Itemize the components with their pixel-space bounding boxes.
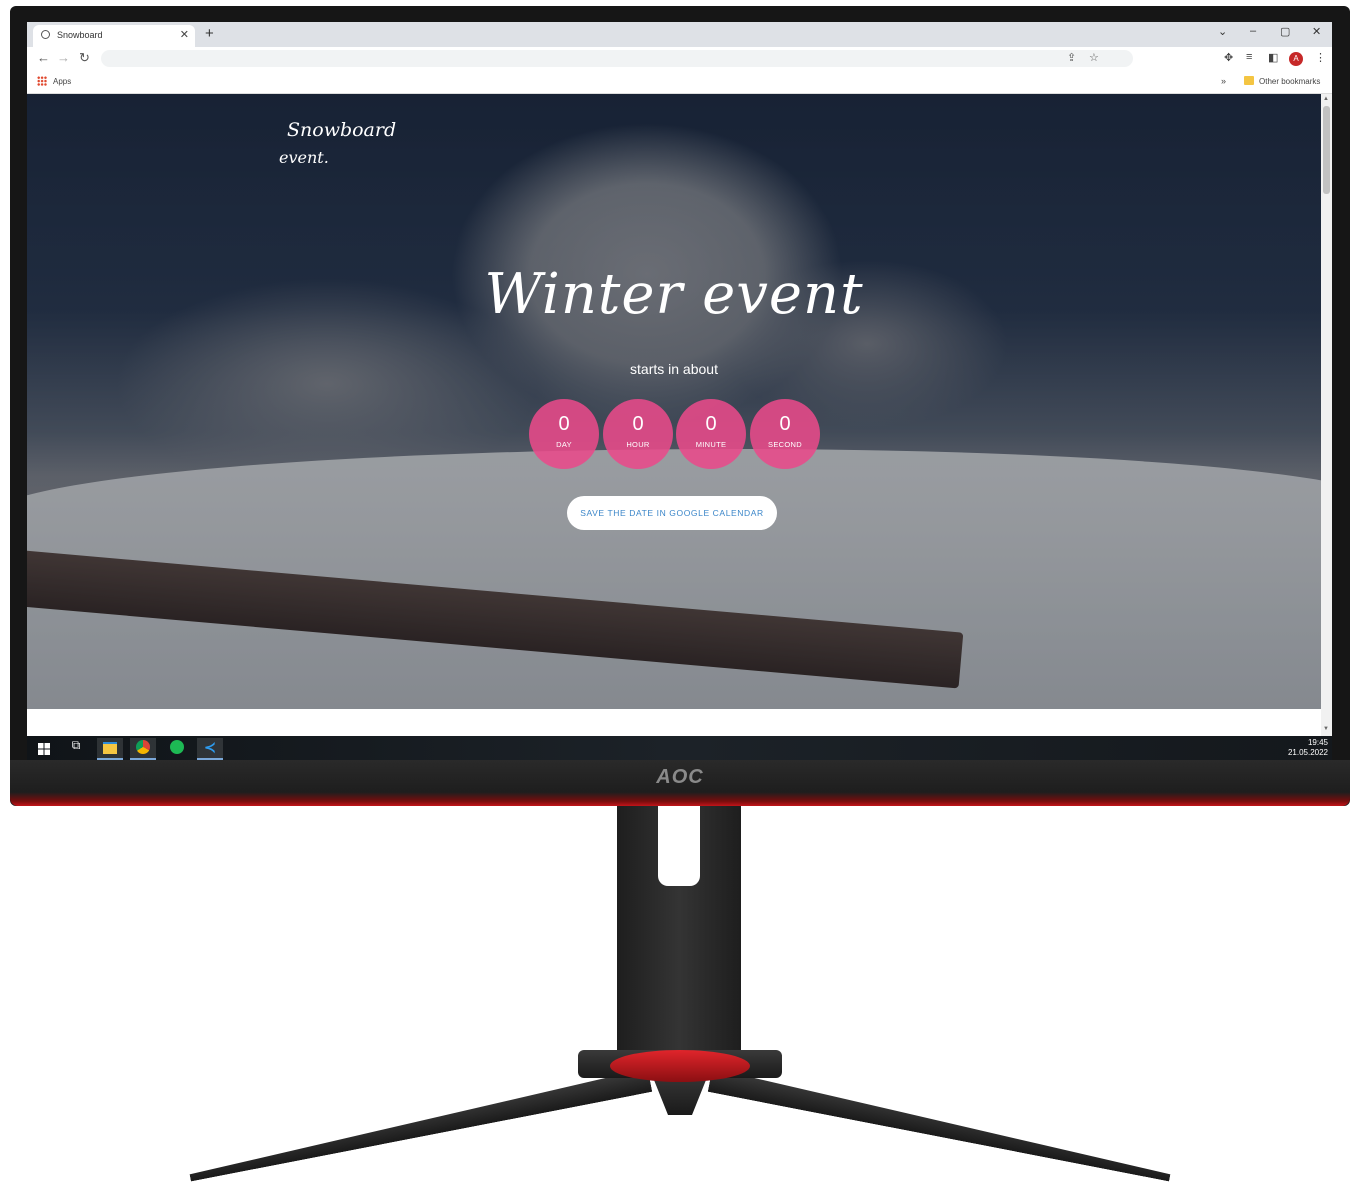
tab-close-icon[interactable]: ✕ bbox=[180, 28, 189, 41]
folder-icon bbox=[1244, 76, 1254, 85]
restore-button[interactable]: ▢ bbox=[1280, 25, 1290, 38]
stand-right-leg bbox=[708, 1068, 1174, 1181]
countdown-value: 0 bbox=[705, 413, 717, 435]
countdown-value: 0 bbox=[779, 413, 791, 435]
extensions-puzzle-icon[interactable]: ✥ bbox=[1224, 51, 1233, 64]
page-below-fold bbox=[27, 709, 1321, 736]
system-clock[interactable]: 19:45 21.05.2022 bbox=[1288, 738, 1328, 758]
stand-red-ring bbox=[610, 1050, 750, 1082]
countdown-days: 0 DAY bbox=[529, 399, 599, 469]
reload-icon[interactable]: ↻ bbox=[79, 50, 90, 66]
countdown-unit: DAY bbox=[556, 440, 572, 449]
countdown-unit: MINUTE bbox=[695, 440, 727, 449]
close-window-button[interactable]: ✕ bbox=[1312, 25, 1321, 38]
save-date-calendar-button[interactable]: SAVE THE DATE IN GOOGLE CALENDAR bbox=[567, 496, 777, 530]
task-view-icon[interactable]: ⧉ bbox=[63, 738, 89, 758]
scrollbar-thumb[interactable] bbox=[1323, 106, 1330, 194]
hero-section: Snowboard event. Winter event starts in … bbox=[27, 94, 1321, 709]
clock-time: 19:45 bbox=[1307, 738, 1328, 747]
site-logo[interactable]: Snowboard event. bbox=[279, 116, 397, 172]
side-panel-icon[interactable]: ◧ bbox=[1268, 51, 1278, 64]
forward-arrow-icon[interactable]: → bbox=[57, 50, 70, 65]
bookmarks-bar: Apps » Other bookmarks bbox=[27, 71, 1332, 94]
minimize-button[interactable]: – bbox=[1250, 25, 1256, 37]
scroll-up-icon[interactable]: ▲ bbox=[1323, 96, 1329, 102]
chrome-icon[interactable] bbox=[130, 738, 156, 760]
profile-avatar[interactable]: A bbox=[1289, 52, 1303, 66]
menu-kebab-icon[interactable]: ⋮ bbox=[1315, 51, 1326, 64]
spotify-glyph bbox=[170, 740, 184, 754]
address-bar[interactable]: ⇪ ☆ bbox=[101, 50, 1133, 67]
countdown-value: 0 bbox=[558, 413, 570, 435]
windows-taskbar: ⧉ ≺ 19:45 21.05.2022 bbox=[27, 736, 1332, 760]
back-arrow-icon[interactable]: ← bbox=[37, 50, 50, 65]
spotify-icon[interactable] bbox=[164, 738, 190, 758]
vscode-icon[interactable]: ≺ bbox=[197, 738, 223, 760]
bookmark-star-icon[interactable]: ☆ bbox=[1089, 51, 1099, 64]
bookmark-apps[interactable]: Apps bbox=[53, 77, 71, 86]
monitor-brand-logo: AOC bbox=[656, 766, 704, 788]
browser-toolbar: ← → ↻ ⇪ ☆ ✥ ≡ ◧ A ⋮ bbox=[27, 47, 1332, 71]
countdown-minutes: 0 MINUTE bbox=[676, 399, 746, 469]
site-logo-line1: Snowboard bbox=[287, 119, 397, 141]
countdown-timer: 0 DAY 0 HOUR 0 MINUTE 0 SECOND bbox=[529, 399, 824, 471]
apps-grid-icon[interactable] bbox=[37, 76, 47, 86]
new-tab-button[interactable]: + bbox=[205, 25, 214, 42]
countdown-unit: HOUR bbox=[626, 440, 650, 449]
file-explorer-icon[interactable] bbox=[97, 738, 123, 760]
clock-date: 21.05.2022 bbox=[1287, 748, 1328, 757]
vscode-glyph: ≺ bbox=[204, 739, 216, 755]
countdown-unit: SECOND bbox=[768, 440, 802, 449]
countdown-hours: 0 HOUR bbox=[603, 399, 673, 469]
browser-tab-strip: Snowboard ✕ + ⌄ – ▢ ✕ bbox=[27, 22, 1332, 47]
favicon-globe-icon bbox=[41, 30, 50, 39]
monitor-screen: Snowboard ✕ + ⌄ – ▢ ✕ ← → ↻ ⇪ ☆ ✥ ≡ ◧ A … bbox=[27, 22, 1332, 760]
chrome-glyph bbox=[136, 740, 150, 754]
hero-title: Winter event bbox=[484, 262, 864, 327]
reading-list-icon[interactable]: ≡ bbox=[1246, 51, 1252, 63]
tab-title: Snowboard bbox=[57, 30, 103, 40]
stand-left-leg bbox=[186, 1068, 652, 1181]
countdown-value: 0 bbox=[632, 413, 644, 435]
countdown-seconds: 0 SECOND bbox=[750, 399, 820, 469]
bookmarks-overflow-icon[interactable]: » bbox=[1221, 76, 1226, 86]
stand-cable-hole bbox=[658, 806, 700, 886]
folder-glyph bbox=[103, 742, 117, 754]
windows-start-icon bbox=[38, 743, 50, 755]
start-button[interactable] bbox=[30, 738, 56, 758]
scroll-down-icon[interactable]: ▼ bbox=[1323, 726, 1329, 732]
page-scrollbar[interactable]: ▲ ▼ bbox=[1321, 94, 1332, 736]
browser-tab[interactable]: Snowboard ✕ bbox=[33, 25, 195, 47]
site-logo-line2: event. bbox=[279, 148, 329, 167]
share-icon[interactable]: ⇪ bbox=[1067, 51, 1076, 64]
tab-search-icon[interactable]: ⌄ bbox=[1218, 25, 1227, 38]
other-bookmarks[interactable]: Other bookmarks bbox=[1259, 77, 1320, 86]
countdown-subtitle: starts in about bbox=[630, 361, 718, 377]
